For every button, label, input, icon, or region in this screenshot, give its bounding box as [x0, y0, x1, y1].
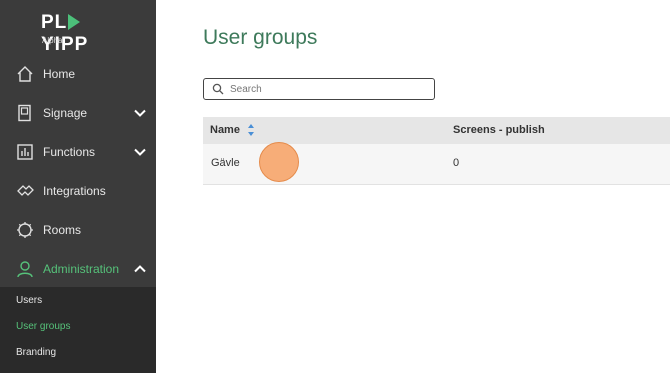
- sidebar-item-label: Home: [43, 67, 76, 81]
- logo-subtitle: Alpha: [42, 36, 63, 45]
- sidebar-item-label: Rooms: [43, 223, 82, 237]
- search-box[interactable]: [203, 78, 435, 100]
- search-icon: [212, 83, 224, 95]
- table-header: Name Screens - publish: [203, 117, 670, 144]
- sidebar-item-administration[interactable]: Administration: [0, 250, 156, 288]
- sidebar-item-label: Integrations: [43, 184, 106, 198]
- integrations-icon: [17, 185, 34, 196]
- sidebar-item-rooms[interactable]: Rooms: [0, 211, 156, 249]
- column-header-screens-publish[interactable]: Screens - publish: [453, 124, 545, 136]
- sidebar-item-home[interactable]: Home: [0, 55, 156, 93]
- chevron-up-icon: [134, 265, 146, 273]
- logo-text-part-1: PL: [41, 12, 68, 33]
- click-indicator: [259, 142, 299, 182]
- playipp-logo[interactable]: PLYIPP Alpha: [41, 12, 121, 55]
- chevron-down-icon: [134, 148, 146, 156]
- administration-submenu: Users User groups Branding: [0, 287, 156, 373]
- play-triangle-icon: [68, 14, 81, 30]
- sidebar-item-functions[interactable]: Functions: [0, 133, 156, 171]
- submenu-item-user-groups[interactable]: User groups: [16, 321, 70, 332]
- column-header-name[interactable]: Name: [210, 124, 240, 136]
- signage-icon: [18, 104, 31, 122]
- chevron-down-icon: [134, 109, 146, 117]
- user-icon: [17, 261, 33, 278]
- page-title: User groups: [203, 26, 318, 49]
- sidebar-item-integrations[interactable]: Integrations: [0, 172, 156, 210]
- cell-screens-publish: 0: [453, 157, 460, 169]
- submenu-item-users[interactable]: Users: [16, 295, 42, 306]
- logo-text: PLYIPP: [41, 12, 121, 56]
- sidebar-item-label: Functions: [43, 145, 96, 159]
- sidebar-item-label: Administration: [43, 262, 120, 276]
- submenu-item-branding[interactable]: Branding: [16, 347, 56, 358]
- sidebar-item-label: Signage: [43, 106, 88, 120]
- functions-icon: [17, 144, 33, 160]
- rooms-icon: [17, 222, 33, 238]
- cell-name[interactable]: Gävle: [211, 157, 240, 169]
- sidebar-item-signage[interactable]: Signage: [0, 94, 156, 132]
- home-icon: [17, 66, 33, 82]
- sidebar: PLYIPP Alpha Home Signage Functions Inte…: [0, 0, 156, 373]
- search-input[interactable]: [230, 81, 430, 97]
- sort-icon[interactable]: [247, 123, 255, 137]
